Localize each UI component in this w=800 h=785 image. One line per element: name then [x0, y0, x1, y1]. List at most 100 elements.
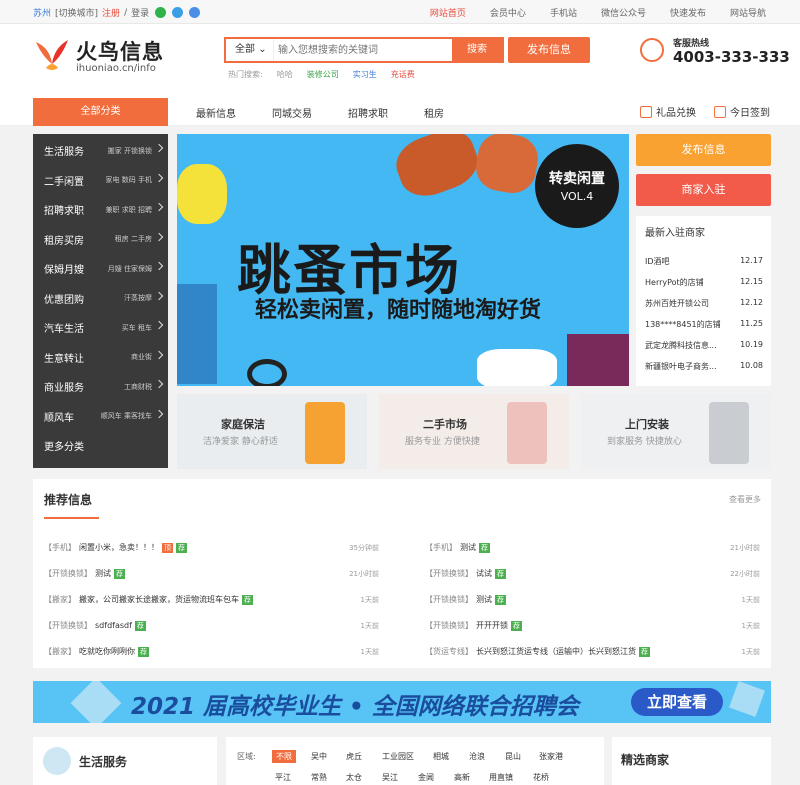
item-time: 1天前	[741, 647, 760, 656]
sidebar-item-nanny[interactable]: 保姆月嫂 月嫂 住家保姆	[33, 254, 168, 284]
hero-banner[interactable]: 转卖闲置 VOL.4 跳蚤市场 轻松卖闲置，随时随地淘好货	[177, 134, 629, 386]
merchant-row[interactable]: 武定龙腾科技信息... 10.19	[645, 340, 763, 351]
login-link[interactable]: 登录	[131, 6, 149, 19]
area-option[interactable]: 工业园区	[382, 751, 414, 762]
checkin-link[interactable]: 今日签到	[714, 104, 770, 119]
gift-exchange-link[interactable]: 礼品兑换	[640, 104, 696, 119]
register-link[interactable]: 注册	[102, 6, 120, 19]
top-link-site-nav[interactable]: 网站导航	[730, 6, 766, 19]
view-more-link[interactable]: 查看更多	[729, 494, 761, 505]
hot-search-label: 热门搜索:	[228, 70, 263, 79]
merchant-row[interactable]: 138****8451的店铺 11.25	[645, 319, 763, 330]
nav-link-trade[interactable]: 同城交易	[272, 105, 312, 120]
all-categories-button[interactable]: 全部分类	[33, 98, 168, 126]
sidebar-item-label: 汽车生活	[44, 324, 84, 336]
search-input[interactable]	[278, 39, 453, 61]
sidebar-item-commercial[interactable]: 商业服务 工商财税	[33, 372, 168, 402]
current-city: 苏州	[33, 9, 52, 19]
list-item[interactable]: 【搬家】 吃就吃你咧咧你荐 1天前	[44, 646, 379, 657]
sidebar-item-carpool[interactable]: 顺风车 顺风车 乘客找车	[33, 402, 168, 432]
top-link-wechat[interactable]: 微信公众号	[601, 6, 646, 19]
chevron-down-icon: ⌄	[258, 44, 267, 55]
item-tag: 【开锁换锁】	[44, 569, 92, 578]
merchant-row[interactable]: 新疆银叶电子商务... 10.08	[645, 361, 763, 372]
merchant-row[interactable]: ID酒吧 12.17	[645, 256, 763, 267]
header: 火鸟信息 ihuoniao.cn/info 全部 ⌄ 搜索 发布信息 热门搜索:…	[0, 24, 800, 98]
sidebar-item-car[interactable]: 汽车生活 买车 租车	[33, 313, 168, 343]
search-bar: 全部 ⌄ 搜索	[224, 37, 504, 63]
merchant-row[interactable]: 苏州百姓开锁公司 12.12	[645, 298, 763, 309]
recommend-badge: 荐	[511, 620, 522, 631]
merchant-date: 10.08	[740, 361, 763, 370]
list-item[interactable]: 【开锁换锁】 sdfdfasdf 荐 1天前	[44, 620, 379, 631]
card-subtitle: 到家服务 快捷放心	[607, 437, 682, 447]
recruitment-ad-banner[interactable]: 2021 届高校毕业生 • 全国网络联合招聘会 立即查看	[33, 681, 771, 723]
hot-word[interactable]: 装修公司	[307, 69, 339, 80]
top-link-member[interactable]: 会员中心	[490, 6, 526, 19]
hot-word[interactable]: 充话费	[391, 69, 415, 80]
search-button[interactable]: 搜索	[452, 39, 502, 61]
cube-decoration	[729, 681, 765, 717]
card-home-cleaning[interactable]: 家庭保洁 洁净爱家 静心舒适	[177, 394, 367, 469]
area-option[interactable]: 高新	[454, 772, 470, 783]
sidebar-item-jobs[interactable]: 招聘求职 兼职 求职 招聘	[33, 195, 168, 225]
area-option[interactable]: 用直镇	[489, 772, 513, 783]
item-text: 吃就吃你咧咧你	[79, 647, 135, 656]
publish-button[interactable]: 发布信息	[508, 37, 590, 63]
top-bar: 苏州 [切换城市] 注册 / 登录 网站首页 会员中心 手机站 微信公众号 快速…	[0, 0, 800, 24]
alipay-login-icon[interactable]	[189, 7, 201, 18]
banner-badge: 转卖闲置 VOL.4	[535, 144, 619, 228]
sidebar-item-business-transfer[interactable]: 生意转让 商业街	[33, 343, 168, 373]
hot-word[interactable]: 实习生	[353, 69, 377, 80]
area-option[interactable]: 不限	[272, 750, 296, 763]
card-second-hand[interactable]: 二手市场 服务专业 方便快捷	[379, 394, 569, 469]
nav-link-rent[interactable]: 租房	[424, 105, 444, 120]
merchant-join-button[interactable]: 商家入驻	[636, 174, 771, 206]
sidebar-item-life-services[interactable]: 生活服务 搬家 开锁换锁	[33, 136, 168, 166]
list-item[interactable]: 【开锁换锁】 试试荐 22小时前	[425, 568, 760, 579]
wechat-login-icon[interactable]	[155, 7, 167, 18]
area-option[interactable]: 虎丘	[346, 751, 362, 762]
hot-word[interactable]: 哈哈	[277, 69, 293, 80]
area-option[interactable]: 昆山	[505, 751, 521, 762]
qq-login-icon[interactable]	[172, 7, 184, 18]
area-option[interactable]: 张家港	[539, 751, 563, 762]
list-item[interactable]: 【手机】 闲置小米，急卖！！！顶荐 35分钟前	[44, 542, 379, 553]
top-link-mobile[interactable]: 手机站	[550, 6, 577, 19]
area-option[interactable]: 沧浪	[469, 751, 485, 762]
sidebar-item-label: 更多分类	[44, 442, 84, 454]
area-option[interactable]: 相城	[433, 751, 449, 762]
site-logo[interactable]: 火鸟信息 ihuoniao.cn/info	[32, 34, 163, 76]
list-item[interactable]: 【开锁换锁】 测试荐 21小时前	[44, 568, 379, 579]
list-item[interactable]: 【货运专线】 长兴到怒江货运专线（运输中）长兴到怒江货荐 1天前	[425, 646, 760, 657]
area-option[interactable]: 吴江	[382, 772, 398, 783]
item-text: 闲置小米，急卖！！！	[79, 543, 159, 552]
area-option[interactable]: 花桥	[533, 772, 549, 783]
top-bar-left: 苏州 [切换城市] 注册 / 登录	[33, 6, 201, 19]
card-installation[interactable]: 上门安装 到家服务 快捷放心	[581, 394, 771, 469]
area-option[interactable]: 吴中	[311, 751, 327, 762]
sidebar-item-second-hand[interactable]: 二手闲置 家电 数码 手机	[33, 166, 168, 196]
list-item[interactable]: 【开锁换锁】 测试荐 1天前	[425, 594, 760, 605]
nav-link-jobs[interactable]: 招聘求职	[348, 105, 388, 120]
nav-link-latest[interactable]: 最新信息	[196, 105, 236, 120]
search-category-select[interactable]: 全部 ⌄	[226, 39, 274, 61]
area-option[interactable]: 常熟	[311, 772, 327, 783]
list-item[interactable]: 【开锁换锁】 开开开锁荐 1天前	[425, 620, 760, 631]
sidebar-item-group-buy[interactable]: 优惠团购 汗蒸按摩	[33, 284, 168, 314]
list-item[interactable]: 【搬家】 搬家，公司搬家长途搬家，货运物流班车包车荐 1天前	[44, 594, 379, 605]
top-link-home[interactable]: 网站首页	[430, 6, 466, 19]
publish-info-button[interactable]: 发布信息	[636, 134, 771, 166]
view-now-button[interactable]: 立即查看	[631, 688, 723, 716]
area-option[interactable]: 平江	[275, 772, 291, 783]
sidebar-item-more[interactable]: 更多分类	[33, 431, 168, 461]
switch-city-link[interactable]: [切换城市]	[55, 6, 98, 19]
area-option[interactable]: 太仓	[346, 772, 362, 783]
top-link-quick-publish[interactable]: 快速发布	[670, 6, 706, 19]
merchant-row[interactable]: HerryPot的店铺 12.15	[645, 277, 763, 288]
sidebar-item-housing[interactable]: 租房买房 租房 二手房	[33, 225, 168, 255]
area-option[interactable]: 金阊	[418, 772, 434, 783]
list-item[interactable]: 【手机】 测试荐 21小时前	[425, 542, 760, 553]
item-time: 1天前	[360, 595, 379, 604]
item-tag: 【开锁换锁】	[44, 621, 92, 630]
